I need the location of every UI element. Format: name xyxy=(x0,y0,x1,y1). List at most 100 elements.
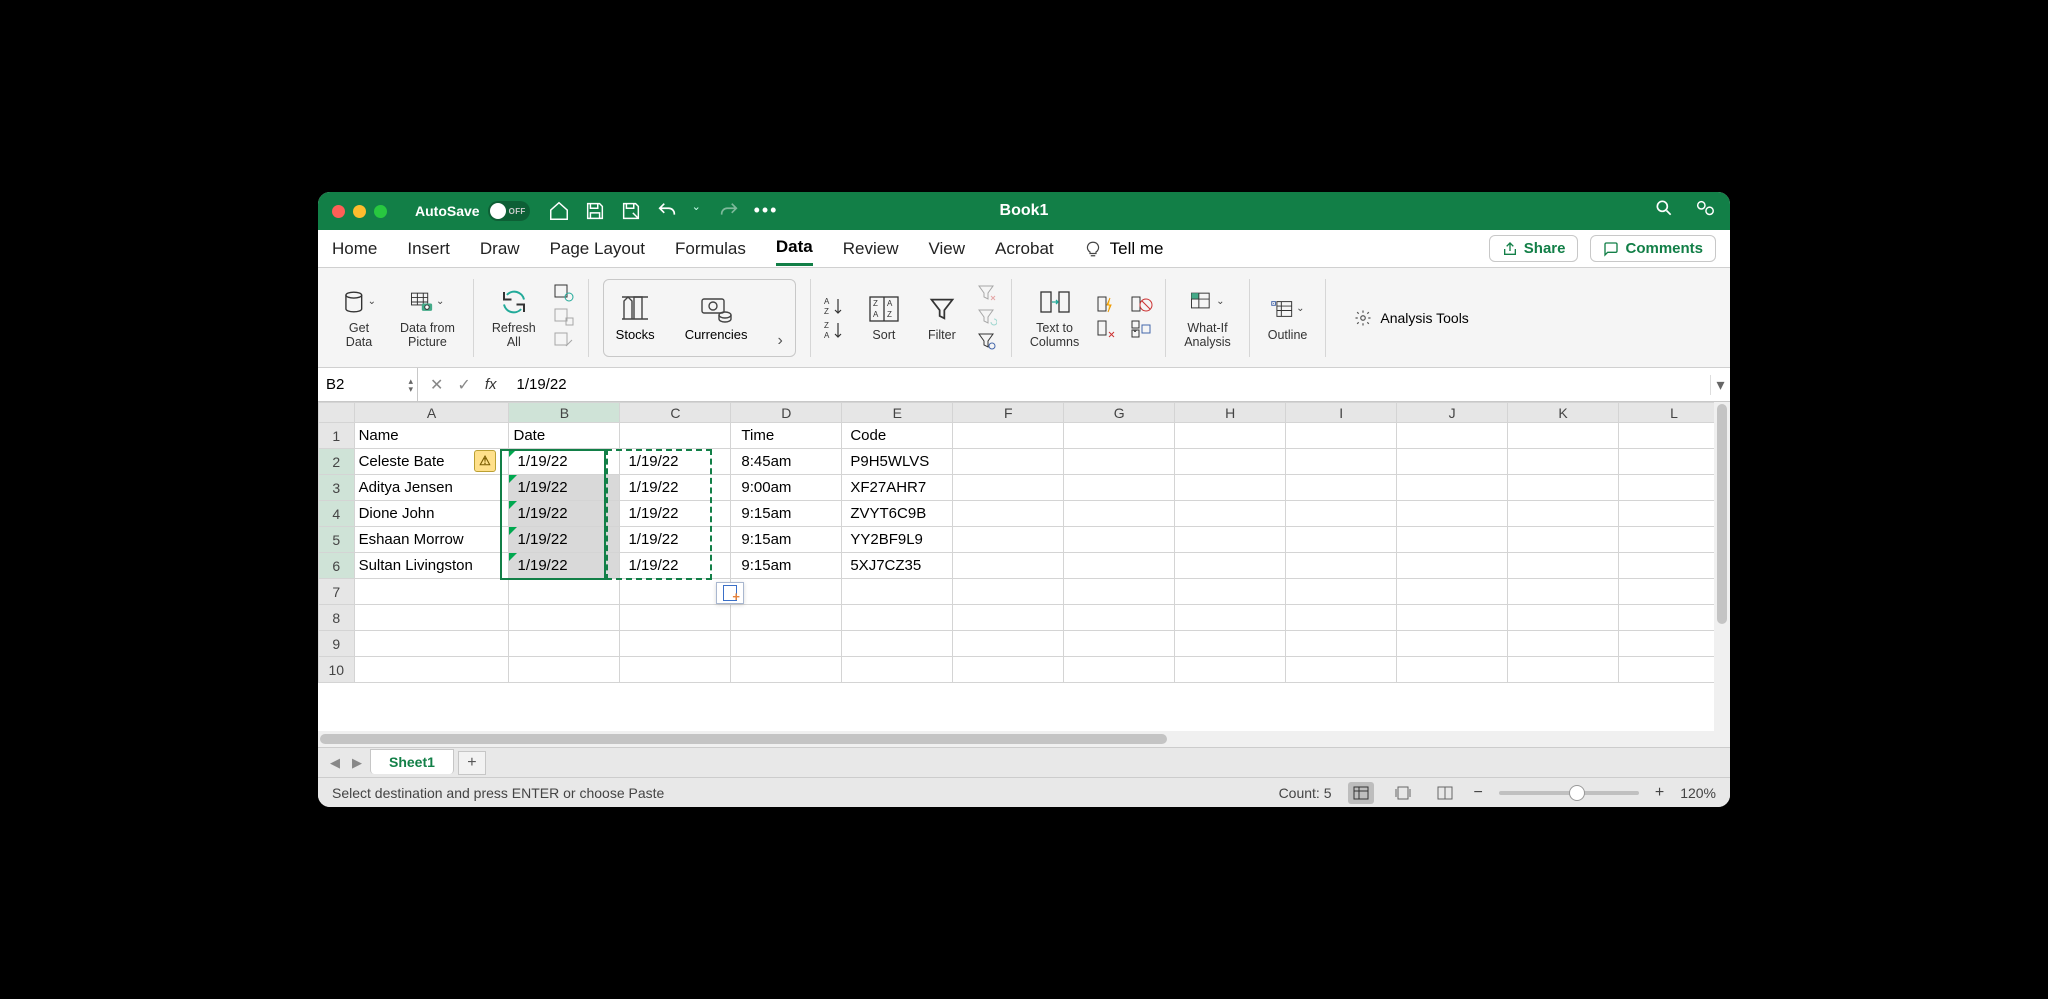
cell[interactable]: 1/19/22 xyxy=(620,553,731,579)
cell[interactable] xyxy=(354,657,509,683)
flash-fill-icon[interactable] xyxy=(1097,296,1119,316)
cell[interactable] xyxy=(953,605,1064,631)
cell[interactable] xyxy=(1397,449,1508,475)
more-icon[interactable]: ••• xyxy=(754,200,779,222)
zoom-out-icon[interactable]: − xyxy=(1474,784,1483,802)
cell[interactable] xyxy=(731,657,842,683)
cell[interactable] xyxy=(1508,501,1619,527)
paste-options-icon[interactable] xyxy=(716,582,744,604)
cell[interactable] xyxy=(953,579,1064,605)
cell[interactable] xyxy=(1064,527,1175,553)
cell[interactable]: Dione John xyxy=(354,501,509,527)
name-box-dropdown-icon[interactable]: ▴▾ xyxy=(408,377,413,393)
cell[interactable] xyxy=(1286,527,1397,553)
col-header-E[interactable]: E xyxy=(842,403,953,423)
cell[interactable] xyxy=(1397,631,1508,657)
cell[interactable]: Time xyxy=(731,423,842,449)
cell[interactable] xyxy=(354,605,509,631)
cell[interactable] xyxy=(1397,501,1508,527)
cell[interactable] xyxy=(1175,657,1286,683)
sort-button[interactable]: ZAAZ Sort xyxy=(857,273,911,363)
sort-desc-icon[interactable]: ZA xyxy=(823,320,845,340)
cell[interactable] xyxy=(1619,423,1730,449)
cell[interactable] xyxy=(620,657,731,683)
tab-page-layout[interactable]: Page Layout xyxy=(550,233,645,265)
outline-button[interactable]: ⌄ Outline xyxy=(1258,273,1318,363)
cell[interactable] xyxy=(620,605,731,631)
autosave-toggle[interactable]: OFF xyxy=(488,201,530,221)
cell[interactable] xyxy=(1175,631,1286,657)
chevron-right-icon[interactable]: › xyxy=(778,332,783,350)
cell[interactable] xyxy=(1508,605,1619,631)
cell[interactable] xyxy=(620,579,731,605)
cell[interactable] xyxy=(1064,501,1175,527)
cell[interactable] xyxy=(953,449,1064,475)
cell[interactable] xyxy=(1175,423,1286,449)
cell[interactable] xyxy=(1175,605,1286,631)
next-sheet-icon[interactable]: ▶ xyxy=(348,755,366,771)
cell[interactable] xyxy=(1286,579,1397,605)
cell[interactable]: XF27AHR7 xyxy=(842,475,953,501)
cell[interactable] xyxy=(620,423,731,449)
cell[interactable]: 1/19/22 xyxy=(509,553,620,579)
cell[interactable]: 9:15am xyxy=(731,501,842,527)
cell[interactable] xyxy=(1508,631,1619,657)
expand-formula-bar-icon[interactable]: ▾ xyxy=(1710,375,1730,395)
col-header-D[interactable]: D xyxy=(731,403,842,423)
cell[interactable] xyxy=(842,605,953,631)
cell[interactable] xyxy=(1508,553,1619,579)
stocks-button[interactable]: Stocks xyxy=(616,293,655,342)
cell[interactable] xyxy=(1397,423,1508,449)
advanced-filter-icon[interactable] xyxy=(977,332,999,352)
vertical-scrollbar[interactable] xyxy=(1714,402,1730,731)
cell[interactable] xyxy=(1397,553,1508,579)
cell[interactable] xyxy=(1508,657,1619,683)
cell[interactable]: P9H5WLVS xyxy=(842,449,953,475)
share-button[interactable]: Share xyxy=(1489,235,1579,262)
cell[interactable] xyxy=(1397,657,1508,683)
cell[interactable] xyxy=(731,579,842,605)
cell[interactable] xyxy=(1064,657,1175,683)
cell[interactable] xyxy=(953,501,1064,527)
row-header[interactable]: 1 xyxy=(319,423,355,449)
fx-icon[interactable]: fx xyxy=(485,376,497,393)
tab-review[interactable]: Review xyxy=(843,233,899,265)
row-header[interactable]: 3 xyxy=(319,475,355,501)
cell[interactable] xyxy=(1064,449,1175,475)
col-header-L[interactable]: L xyxy=(1619,403,1730,423)
save-icon[interactable] xyxy=(584,200,606,222)
cell[interactable] xyxy=(953,657,1064,683)
error-indicator-icon[interactable]: ⚠ xyxy=(474,450,496,472)
cell[interactable] xyxy=(842,579,953,605)
cell[interactable]: Code xyxy=(842,423,953,449)
tab-view[interactable]: View xyxy=(929,233,966,265)
cell[interactable] xyxy=(1175,553,1286,579)
name-box[interactable]: B2 ▴▾ xyxy=(318,368,418,401)
cell[interactable] xyxy=(953,423,1064,449)
cell[interactable] xyxy=(842,657,953,683)
cell[interactable] xyxy=(1508,475,1619,501)
zoom-slider[interactable] xyxy=(1499,791,1639,795)
col-header-H[interactable]: H xyxy=(1175,403,1286,423)
col-header-I[interactable]: I xyxy=(1286,403,1397,423)
cell[interactable] xyxy=(1619,605,1730,631)
cell[interactable] xyxy=(1175,579,1286,605)
row-header[interactable]: 10 xyxy=(319,657,355,683)
tab-home[interactable]: Home xyxy=(332,233,377,265)
what-if-button[interactable]: ⌄ What-If Analysis xyxy=(1174,273,1241,363)
cell[interactable] xyxy=(1397,605,1508,631)
cell[interactable] xyxy=(1064,579,1175,605)
spreadsheet-grid[interactable]: A B C D E F G H I J K L 1NameDateTimeCod… xyxy=(318,402,1730,731)
currencies-button[interactable]: Currencies xyxy=(685,293,748,342)
redo-icon[interactable] xyxy=(718,200,740,222)
cell[interactable]: 1/19/22 xyxy=(509,527,620,553)
col-header-J[interactable]: J xyxy=(1397,403,1508,423)
cell[interactable]: 1/19/22 xyxy=(620,501,731,527)
cell[interactable] xyxy=(1619,527,1730,553)
cell[interactable]: 1/19/22 xyxy=(509,475,620,501)
cell[interactable]: 1/19/22 xyxy=(509,501,620,527)
cell[interactable] xyxy=(1286,449,1397,475)
cell[interactable] xyxy=(842,631,953,657)
cell[interactable] xyxy=(1175,475,1286,501)
sheet-tab[interactable]: Sheet1 xyxy=(370,749,454,774)
